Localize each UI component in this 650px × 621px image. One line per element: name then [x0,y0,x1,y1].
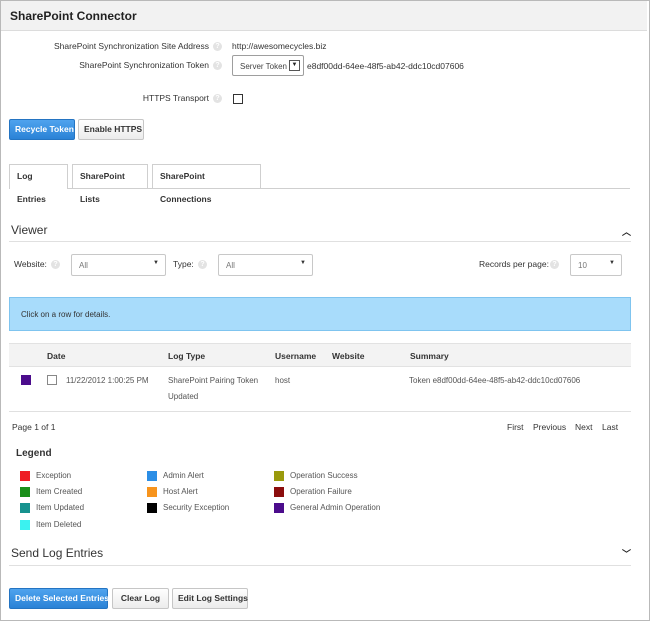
records-per-page-select[interactable]: 10 ▼ [570,254,622,276]
https-transport-label: HTTPS Transport [142,93,209,103]
row-log-type-line2: Updated [168,392,199,401]
row-date: 11/22/2012 1:00:25 PM [66,376,149,385]
website-filter-value: All [79,261,88,270]
legend-security-exception: Security Exception [163,503,230,512]
item-updated-swatch [20,503,30,513]
legend-item-updated: Item Updated [36,503,85,512]
clear-log-button[interactable]: Clear Log [112,588,169,609]
sync-token-value: e8df00dd-64ee-48f5-ab42-ddc10cd07606 [307,61,464,71]
https-transport-checkbox[interactable] [233,94,243,104]
legend-item-created: Item Created [36,487,83,496]
help-icon[interactable]: ? [213,42,222,51]
legend-operation-failure: Operation Failure [290,487,352,496]
info-banner: Click on a row for details. [9,297,631,331]
row-select-checkbox[interactable] [47,375,57,385]
chevron-down-icon[interactable]: ﹀ [622,547,631,560]
legend-operation-success: Operation Success [290,471,358,480]
legend-item-deleted: Item Deleted [36,520,82,529]
legend-admin-alert: Admin Alert [163,471,204,480]
security-exception-swatch [147,503,157,513]
legend-host-alert: Host Alert [163,487,198,496]
page-title: SharePoint Connector [10,9,137,23]
website-filter-select[interactable]: All ▼ [71,254,166,276]
tab-sharepoint-lists[interactable]: SharePoint Lists [72,164,148,204]
help-icon[interactable]: ? [213,94,222,103]
enable-https-button[interactable]: Enable HTTPS [78,119,144,140]
row-log-type-line1: SharePoint Pairing Token [168,376,259,385]
viewer-divider [9,241,631,242]
legend-title: Legend [16,448,52,459]
website-filter-label: Website: [14,259,47,269]
row-summary: Token e8df00dd-64ee-48f5-ab42-ddc10cd076… [409,376,581,385]
pager-last-link[interactable]: Last [602,422,618,432]
pager-first-link[interactable]: First [507,422,524,432]
help-icon[interactable]: ? [51,260,60,269]
page-info: Page 1 of 1 [12,422,56,432]
token-type-value: Server Token [240,62,287,71]
host-alert-swatch [147,487,157,497]
log-table-header: Date Log Type Username Website Summary [9,343,631,367]
records-per-page-label: Records per page: [479,259,549,269]
delete-selected-entries-button[interactable]: Delete Selected Entries [9,588,109,609]
admin-alert-swatch [147,471,157,481]
sync-token-label: SharePoint Synchronization Token [79,60,209,70]
type-filter-value: All [226,261,235,270]
tab-underline [68,188,630,189]
tab-sharepoint-connections[interactable]: SharePoint Connections [152,164,261,204]
help-icon[interactable]: ? [198,260,207,269]
viewer-section-title: Viewer [11,223,48,237]
column-header-username[interactable]: Username [275,351,316,361]
edit-log-settings-button[interactable]: Edit Log Settings [172,588,248,609]
item-deleted-swatch [20,520,30,530]
help-icon[interactable]: ? [550,260,559,269]
help-icon[interactable]: ? [213,61,222,70]
send-log-section-title: Send Log Entries [11,546,104,560]
recycle-token-button[interactable]: Recycle Token [9,119,75,140]
chevron-down-icon: ▼ [289,60,300,71]
table-bottom-border [9,411,631,412]
legend-general-admin-operation: General Admin Operation [290,503,381,512]
type-filter-label: Type: [173,259,194,269]
column-header-log-type[interactable]: Log Type [168,351,205,361]
row-username: host [275,376,291,385]
chevron-up-icon[interactable]: ︿ [622,225,631,238]
caret-down-icon: ▼ [300,260,306,266]
legend-exception: Exception [36,471,72,480]
general-admin-operation-swatch [274,503,284,513]
caret-down-icon: ▼ [153,260,159,266]
operation-failure-swatch [274,487,284,497]
site-address-value: http://awesomecycles.biz [232,41,327,51]
column-header-summary[interactable]: Summary [410,351,449,361]
log-type-color-marker [21,375,31,385]
table-row[interactable]: 11/22/2012 1:00:25 PM SharePoint Pairing… [9,367,631,411]
pager-previous-link[interactable]: Previous [533,422,566,432]
tab-log-entries[interactable]: Log Entries [9,164,68,204]
type-filter-select[interactable]: All ▼ [218,254,313,276]
records-per-page-value: 10 [578,261,587,270]
pager-next-link[interactable]: Next [575,422,592,432]
token-type-select[interactable]: Server Token ▼ [232,55,304,76]
site-address-label: SharePoint Synchronization Site Address [54,41,209,51]
item-created-swatch [20,487,30,497]
column-header-website[interactable]: Website [332,351,364,361]
operation-success-swatch [274,471,284,481]
exception-swatch [20,471,30,481]
title-bar: SharePoint Connector [1,1,647,31]
send-log-divider [9,565,631,566]
column-header-date[interactable]: Date [47,351,65,361]
caret-down-icon: ▼ [609,260,615,266]
info-text: Click on a row for details. [21,310,111,319]
